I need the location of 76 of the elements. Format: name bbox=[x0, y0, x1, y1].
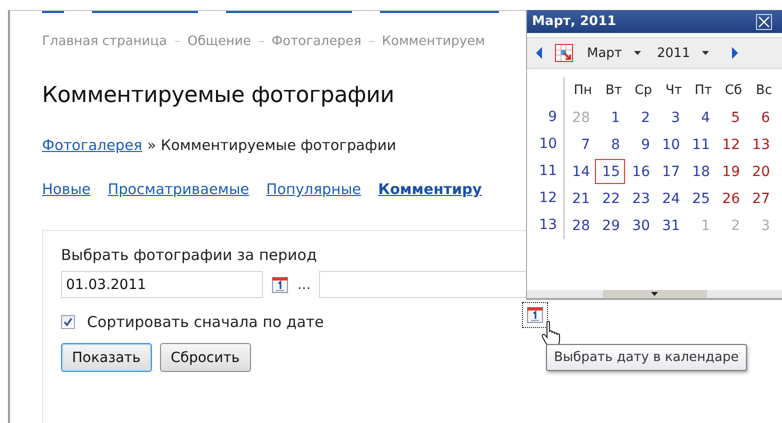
week-number: 11 bbox=[527, 158, 565, 185]
breadcrumb-text: » Комментируемые фотографии bbox=[147, 138, 396, 154]
calendar-day[interactable]: 9 bbox=[625, 132, 655, 157]
calendar-day[interactable]: 3 bbox=[655, 105, 685, 130]
caret-icon bbox=[702, 51, 710, 55]
date-from-field[interactable]: 01.03.2011 bbox=[61, 271, 264, 298]
calendar-day[interactable]: 25 bbox=[685, 186, 715, 211]
calendar-day[interactable]: 15 bbox=[595, 159, 625, 184]
calendar-title: Март, 2011 bbox=[532, 14, 616, 29]
close-icon[interactable] bbox=[756, 14, 772, 30]
filter-tab[interactable]: Просматриваемые bbox=[108, 182, 250, 198]
weekday-header: Ср bbox=[634, 82, 653, 100]
year-dropdown[interactable]: 2011 bbox=[655, 46, 712, 60]
week-number: 9 bbox=[527, 104, 565, 131]
calendar-day[interactable]: 23 bbox=[625, 186, 655, 211]
calendar-button[interactable] bbox=[522, 302, 548, 328]
calendar-day[interactable]: 5 bbox=[715, 105, 745, 130]
show-button[interactable]: Показать bbox=[61, 343, 152, 372]
resize-handle[interactable] bbox=[602, 290, 706, 298]
sort-checkbox[interactable] bbox=[61, 315, 75, 329]
previous-arrow-icon[interactable] bbox=[535, 47, 543, 59]
caret-icon bbox=[634, 51, 642, 55]
period-label: Выбрать фотографии за период bbox=[61, 246, 318, 264]
month-dropdown[interactable]: Март bbox=[585, 46, 644, 60]
calendar-day[interactable]: 19 bbox=[715, 159, 745, 184]
weekday-header: Вт bbox=[604, 82, 623, 100]
calendar-day[interactable]: 18 bbox=[685, 159, 715, 184]
calendar-day[interactable]: 12 bbox=[715, 132, 745, 157]
tooltip: Выбрать дату в календаре bbox=[546, 344, 747, 371]
calendar-day[interactable]: 10 bbox=[655, 132, 685, 157]
calendar-day[interactable]: 30 bbox=[625, 213, 655, 238]
breadcrumb-separator: – bbox=[368, 34, 375, 49]
calendar-day[interactable]: 7 bbox=[565, 132, 595, 157]
calendar-day[interactable]: 16 bbox=[625, 159, 655, 184]
calendar-day[interactable]: 27 bbox=[745, 186, 775, 211]
filter-tab[interactable]: Комментиру bbox=[378, 182, 482, 198]
calendar-day[interactable]: 8 bbox=[595, 132, 625, 157]
filter-tab[interactable]: Популярные bbox=[266, 182, 362, 198]
calendar-day[interactable]: 6 bbox=[745, 105, 775, 130]
filter-tab[interactable]: Новые bbox=[42, 182, 91, 198]
range-separator: ... bbox=[297, 276, 311, 292]
date-to-field[interactable] bbox=[318, 271, 527, 298]
weekday-header: Пт bbox=[694, 82, 713, 100]
next-arrow-icon[interactable] bbox=[731, 47, 740, 59]
calendar-day[interactable]: 22 bbox=[595, 186, 625, 211]
week-number: 13 bbox=[527, 212, 565, 239]
breadcrumb-separator: – bbox=[174, 34, 180, 49]
calendar-day[interactable]: 28 bbox=[565, 213, 595, 238]
calendar-day[interactable]: 2 bbox=[625, 105, 655, 130]
calendar-day[interactable]: 21 bbox=[565, 186, 595, 211]
calendar-day[interactable]: 17 bbox=[655, 159, 685, 184]
calendar-day[interactable]: 13 bbox=[745, 132, 775, 157]
gallery-link[interactable]: Фотогалерея bbox=[42, 138, 142, 154]
week-number: 12 bbox=[527, 185, 565, 212]
checkbox-label: Сортировать сначала по дате bbox=[87, 313, 324, 331]
weekday-header: Сб bbox=[724, 82, 743, 100]
calendar-day[interactable]: 11 bbox=[685, 132, 715, 157]
calendar-day[interactable]: 20 bbox=[745, 159, 775, 184]
calendar-day[interactable]: 26 bbox=[715, 186, 745, 211]
calendar-icon bbox=[272, 276, 288, 292]
calendar-day[interactable]: 4 bbox=[685, 105, 715, 130]
reset-button[interactable]: Сбросить bbox=[160, 343, 251, 372]
weekday-header: Вс bbox=[754, 82, 773, 100]
week-number: 10 bbox=[527, 131, 565, 158]
weekday-header: Чт bbox=[664, 82, 683, 100]
calendar-day[interactable]: 31 bbox=[655, 213, 685, 238]
calendar-day[interactable]: 24 bbox=[655, 186, 685, 211]
today-icon[interactable] bbox=[555, 44, 573, 62]
calendar-icon bbox=[527, 307, 543, 323]
calendar-day[interactable]: 1 bbox=[595, 105, 625, 130]
calendar-day[interactable]: 14 bbox=[565, 159, 595, 184]
calendar-day[interactable]: 29 bbox=[595, 213, 625, 238]
caret-icon bbox=[651, 292, 658, 296]
breadcrumb-separator: – bbox=[258, 34, 264, 49]
weekday-header: Пн bbox=[572, 82, 593, 100]
page-title: Комментируемые фотографии bbox=[42, 83, 396, 108]
